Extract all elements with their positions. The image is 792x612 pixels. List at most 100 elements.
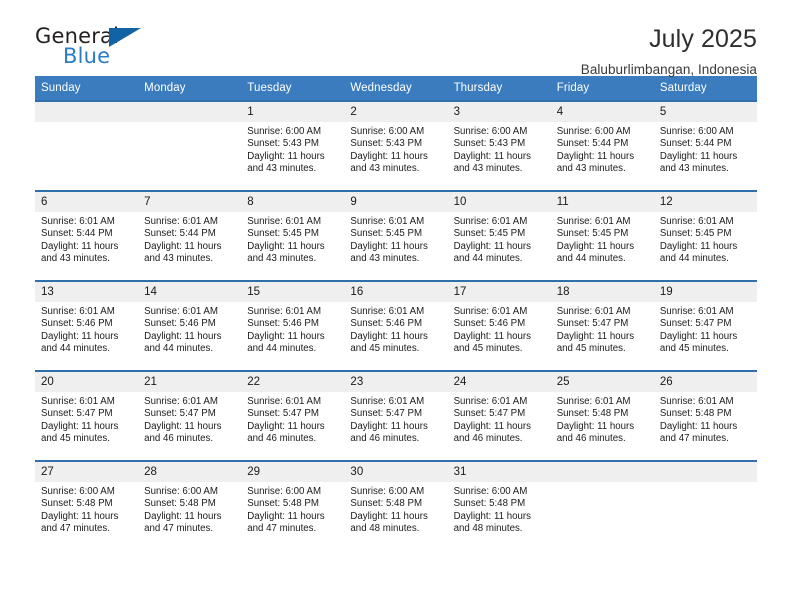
- calendar-day-cell[interactable]: 16 Sunrise: 6:01 AM Sunset: 5:46 PM Dayligh…: [344, 280, 448, 371]
- calendar-cell-empty: [138, 100, 242, 191]
- calendar-day-cell[interactable]: 19 Sunrise: 6:01 AM Sunset: 5:47 PM Dayligh…: [653, 280, 757, 371]
- daylight-text-line2: and 46 minutes.: [144, 433, 214, 445]
- calendar-day-cell[interactable]: 5 Sunrise: 6:00 AM Sunset: 5:44 PM Daylight…: [653, 100, 757, 191]
- calendar-day-cell[interactable]: 17 Sunrise: 6:01 AM Sunset: 5:46 PM Dayligh…: [447, 280, 551, 371]
- day-details: Sunrise: 6:01 AM Sunset: 5:47 PM Daylight:…: [138, 392, 241, 446]
- sunset-text: Sunset: 5:47 PM: [41, 408, 113, 420]
- daylight-text-line2: and 47 minutes.: [659, 433, 729, 445]
- daylight-text-line2: and 44 minutes.: [556, 253, 626, 265]
- sunrise-text: Sunrise: 6:01 AM: [659, 216, 734, 227]
- daylight-text-line1: Daylight: 11 hours: [453, 420, 531, 432]
- calendar-day-cell[interactable]: 22 Sunrise: 6:01 AM Sunset: 5:47 PM Dayligh…: [241, 370, 345, 461]
- calendar-day-cell[interactable]: 25 Sunrise: 6:01 AM Sunset: 5:48 PM Dayligh…: [550, 370, 654, 461]
- daylight-text-line2: and 45 minutes.: [41, 433, 110, 445]
- sunset-text: Sunset: 5:46 PM: [41, 318, 113, 330]
- daylight-text-line2: and 44 minutes.: [41, 343, 110, 355]
- sunrise-text: Sunrise: 6:00 AM: [453, 486, 528, 497]
- calendar-day-cell[interactable]: 28 Sunrise: 6:00 AM Sunset: 5:48 PM Dayligh…: [138, 460, 242, 551]
- daylight-text-line1: Daylight: 11 hours: [659, 150, 738, 162]
- sunset-text: Sunset: 5:48 PM: [41, 498, 113, 510]
- sunset-text: Sunset: 5:48 PM: [659, 408, 732, 420]
- page-header: General Blue July 2025 Baluburlimbangan,…: [35, 0, 757, 77]
- calendar-day-cell[interactable]: 12 Sunrise: 6:01 AM Sunset: 5:45 PM Dayligh…: [653, 190, 757, 281]
- day-number: 23: [344, 372, 448, 392]
- calendar-day-cell[interactable]: 30 Sunrise: 6:00 AM Sunset: 5:48 PM Dayligh…: [344, 460, 448, 551]
- calendar-day-cell[interactable]: 14 Sunrise: 6:01 AM Sunset: 5:46 PM Dayligh…: [138, 280, 242, 371]
- calendar-day-cell[interactable]: 9 Sunrise: 6:01 AM Sunset: 5:45 PM Daylight…: [344, 190, 448, 281]
- daylight-text-line1: Daylight: 11 hours: [144, 330, 222, 342]
- calendar-day-cell[interactable]: 3 Sunrise: 6:00 AM Sunset: 5:43 PM Daylight…: [447, 100, 551, 191]
- sunset-text: Sunset: 5:44 PM: [144, 228, 216, 240]
- day-number: 27: [35, 462, 139, 482]
- calendar-day-cell[interactable]: 23 Sunrise: 6:01 AM Sunset: 5:47 PM Dayligh…: [344, 370, 448, 461]
- calendar-day-cell[interactable]: 15 Sunrise: 6:01 AM Sunset: 5:46 PM Dayligh…: [241, 280, 345, 371]
- daylight-text-line1: Daylight: 11 hours: [41, 510, 119, 522]
- daylight-text-line1: Daylight: 11 hours: [556, 240, 635, 252]
- calendar-cell-empty: [550, 460, 654, 551]
- weekday-header-tuesday: Tuesday: [241, 76, 345, 101]
- daylight-text-line2: and 43 minutes.: [453, 163, 523, 175]
- calendar-day-cell[interactable]: 11 Sunrise: 6:01 AM Sunset: 5:45 PM Dayligh…: [550, 190, 654, 281]
- calendar-day-cell[interactable]: 2 Sunrise: 6:00 AM Sunset: 5:43 PM Daylight…: [344, 100, 448, 191]
- daylight-text-line1: Daylight: 11 hours: [453, 330, 531, 342]
- sunset-text: Sunset: 5:47 PM: [144, 408, 216, 420]
- sunset-text: Sunset: 5:43 PM: [350, 138, 423, 150]
- sunrise-text: Sunrise: 6:00 AM: [556, 126, 631, 137]
- day-details: Sunrise: 6:01 AM Sunset: 5:45 PM Daylight:…: [551, 212, 654, 266]
- calendar-day-cell[interactable]: 26 Sunrise: 6:01 AM Sunset: 5:48 PM Dayligh…: [653, 370, 757, 461]
- day-number: 7: [138, 192, 242, 212]
- calendar-day-cell[interactable]: 4 Sunrise: 6:00 AM Sunset: 5:44 PM Daylight…: [550, 100, 654, 191]
- day-details: Sunrise: 6:01 AM Sunset: 5:47 PM Daylight:…: [241, 392, 344, 446]
- calendar-day-cell[interactable]: 24 Sunrise: 6:01 AM Sunset: 5:47 PM Dayligh…: [447, 370, 551, 461]
- calendar-day-cell[interactable]: 29 Sunrise: 6:00 AM Sunset: 5:48 PM Dayligh…: [241, 460, 345, 551]
- daylight-text-line1: Daylight: 11 hours: [453, 510, 531, 522]
- day-number: [653, 462, 757, 482]
- daylight-text-line2: and 46 minutes.: [350, 433, 420, 445]
- location-subtitle: Baluburlimbangan, Indonesia: [580, 62, 757, 77]
- day-details: Sunrise: 6:01 AM Sunset: 5:46 PM Daylight:…: [138, 302, 241, 356]
- calendar-day-cell[interactable]: 20 Sunrise: 6:01 AM Sunset: 5:47 PM Dayligh…: [35, 370, 139, 461]
- day-details: Sunrise: 6:01 AM Sunset: 5:45 PM Daylight:…: [654, 212, 757, 266]
- weekday-header-row: Sunday Monday Tuesday Wednesday Thursday…: [35, 76, 757, 101]
- brand-logo[interactable]: General Blue: [35, 24, 150, 70]
- day-details: Sunrise: 6:01 AM Sunset: 5:45 PM Daylight:…: [241, 212, 344, 266]
- daylight-text-line2: and 44 minutes.: [453, 253, 523, 265]
- day-number: 10: [447, 192, 551, 212]
- day-details: Sunrise: 6:00 AM Sunset: 5:48 PM Daylight:…: [344, 482, 447, 536]
- sunrise-text: Sunrise: 6:01 AM: [144, 306, 218, 317]
- daylight-text-line2: and 43 minutes.: [247, 253, 317, 265]
- day-number: 28: [138, 462, 242, 482]
- calendar-day-cell[interactable]: 8 Sunrise: 6:01 AM Sunset: 5:45 PM Daylight…: [241, 190, 345, 281]
- sunrise-text: Sunrise: 6:00 AM: [41, 486, 115, 497]
- calendar-day-cell[interactable]: 13 Sunrise: 6:01 AM Sunset: 5:46 PM Dayligh…: [35, 280, 139, 371]
- day-number: 2: [344, 102, 448, 122]
- sunset-text: Sunset: 5:46 PM: [453, 318, 526, 330]
- calendar-day-cell[interactable]: 27 Sunrise: 6:00 AM Sunset: 5:48 PM Dayligh…: [35, 460, 139, 551]
- calendar-day-cell[interactable]: 1 Sunrise: 6:00 AM Sunset: 5:43 PM Daylight…: [241, 100, 345, 191]
- calendar-day-cell[interactable]: 31 Sunrise: 6:00 AM Sunset: 5:48 PM Dayligh…: [447, 460, 551, 551]
- daylight-text-line2: and 44 minutes.: [144, 343, 214, 355]
- sunset-text: Sunset: 5:48 PM: [556, 408, 629, 420]
- sunrise-text: Sunrise: 6:01 AM: [41, 306, 115, 317]
- daylight-text-line1: Daylight: 11 hours: [247, 150, 325, 162]
- sunrise-text: Sunrise: 6:00 AM: [659, 126, 734, 137]
- calendar-week-row: 20 Sunrise: 6:01 AM Sunset: 5:47 PM Dayligh…: [35, 370, 757, 461]
- calendar-day-cell[interactable]: 18 Sunrise: 6:01 AM Sunset: 5:47 PM Dayligh…: [550, 280, 654, 371]
- day-details: Sunrise: 6:01 AM Sunset: 5:48 PM Daylight:…: [654, 392, 757, 446]
- daylight-text-line1: Daylight: 11 hours: [247, 420, 325, 432]
- sunset-text: Sunset: 5:48 PM: [144, 498, 216, 510]
- day-number: 17: [447, 282, 551, 302]
- calendar-day-cell[interactable]: 7 Sunrise: 6:01 AM Sunset: 5:44 PM Daylight…: [138, 190, 242, 281]
- sunrise-text: Sunrise: 6:01 AM: [350, 306, 425, 317]
- calendar-day-cell[interactable]: 6 Sunrise: 6:01 AM Sunset: 5:44 PM Daylight…: [35, 190, 139, 281]
- weekday-header-thursday: Thursday: [447, 76, 551, 101]
- sunrise-text: Sunrise: 6:01 AM: [659, 306, 734, 317]
- day-details: Sunrise: 6:01 AM Sunset: 5:44 PM Daylight:…: [138, 212, 241, 266]
- calendar-day-cell[interactable]: 10 Sunrise: 6:01 AM Sunset: 5:45 PM Dayligh…: [447, 190, 551, 281]
- daylight-text-line2: and 47 minutes.: [247, 523, 317, 535]
- day-details: Sunrise: 6:01 AM Sunset: 5:46 PM Daylight:…: [241, 302, 344, 356]
- sunrise-text: Sunrise: 6:00 AM: [247, 126, 322, 137]
- day-details: Sunrise: 6:00 AM Sunset: 5:44 PM Daylight:…: [551, 122, 654, 176]
- daylight-text-line1: Daylight: 11 hours: [350, 150, 428, 162]
- calendar-day-cell[interactable]: 21 Sunrise: 6:01 AM Sunset: 5:47 PM Dayligh…: [138, 370, 242, 461]
